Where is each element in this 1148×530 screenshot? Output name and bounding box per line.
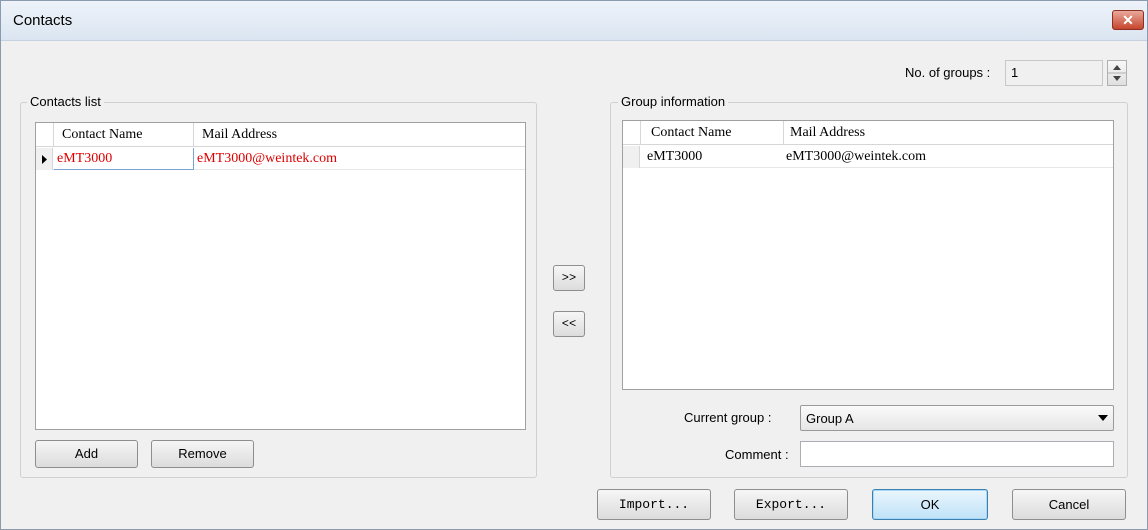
- ok-button[interactable]: OK: [872, 489, 988, 520]
- remove-contact-button[interactable]: Remove: [151, 440, 254, 468]
- close-icon: ✕: [1122, 12, 1134, 28]
- contacts-list-legend: Contacts list: [27, 94, 104, 109]
- title-bar: Contacts ✕: [1, 1, 1147, 41]
- groups-count-label: No. of groups :: [905, 65, 991, 80]
- cell-contact-name[interactable]: eMT3000: [641, 146, 784, 168]
- close-button[interactable]: ✕: [1112, 10, 1144, 30]
- header-row-selector: [623, 121, 641, 145]
- header-row-selector: [36, 123, 54, 147]
- add-contact-button[interactable]: Add: [35, 440, 138, 468]
- current-row-arrow-icon: [42, 155, 47, 164]
- contacts-grid[interactable]: Contact Name Mail Address eMT3000 eMT300…: [35, 122, 526, 430]
- window-title: Contacts: [13, 12, 73, 29]
- comment-field[interactable]: [800, 441, 1114, 467]
- spinner-arrows-icon: [1108, 65, 1126, 81]
- contacts-dialog: Contacts ✕ No. of groups : 1 Contacts li…: [0, 0, 1148, 530]
- table-row[interactable]: eMT3000 eMT3000@weintek.com: [623, 146, 1113, 168]
- table-row[interactable]: eMT3000 eMT3000@weintek.com: [36, 148, 525, 170]
- current-group-value: Group A: [806, 411, 854, 426]
- groups-count-value: 1: [1011, 65, 1019, 80]
- remove-from-group-button[interactable]: <<: [553, 311, 585, 337]
- comment-label: Comment :: [725, 447, 789, 462]
- current-group-select[interactable]: Group A: [800, 405, 1114, 431]
- export-button[interactable]: Export...: [734, 489, 848, 520]
- group-members-grid[interactable]: Contact Name Mail Address eMT3000 eMT300…: [622, 120, 1114, 390]
- chevron-down-icon: [1098, 415, 1108, 421]
- column-header-contact-name[interactable]: Contact Name: [54, 123, 194, 147]
- row-selector: [36, 148, 53, 170]
- cell-mail-address[interactable]: eMT3000@weintek.com: [194, 148, 524, 170]
- groups-count-spinner[interactable]: [1107, 60, 1127, 86]
- row-selector: [623, 146, 640, 168]
- cancel-button[interactable]: Cancel: [1012, 489, 1126, 520]
- groups-count-field[interactable]: 1: [1005, 60, 1103, 86]
- import-button[interactable]: Import...: [597, 489, 711, 520]
- column-header-mail-address[interactable]: Mail Address: [784, 121, 1114, 145]
- group-information-legend: Group information: [618, 94, 729, 109]
- current-group-label: Current group :: [684, 410, 772, 425]
- contacts-grid-header: Contact Name Mail Address: [36, 123, 525, 147]
- column-header-contact-name[interactable]: Contact Name: [641, 121, 784, 145]
- add-to-group-button[interactable]: >>: [553, 265, 585, 291]
- cell-contact-name[interactable]: eMT3000: [54, 148, 194, 170]
- cell-mail-address[interactable]: eMT3000@weintek.com: [784, 146, 1114, 168]
- column-header-mail-address[interactable]: Mail Address: [194, 123, 526, 147]
- group-grid-header: Contact Name Mail Address: [623, 121, 1113, 145]
